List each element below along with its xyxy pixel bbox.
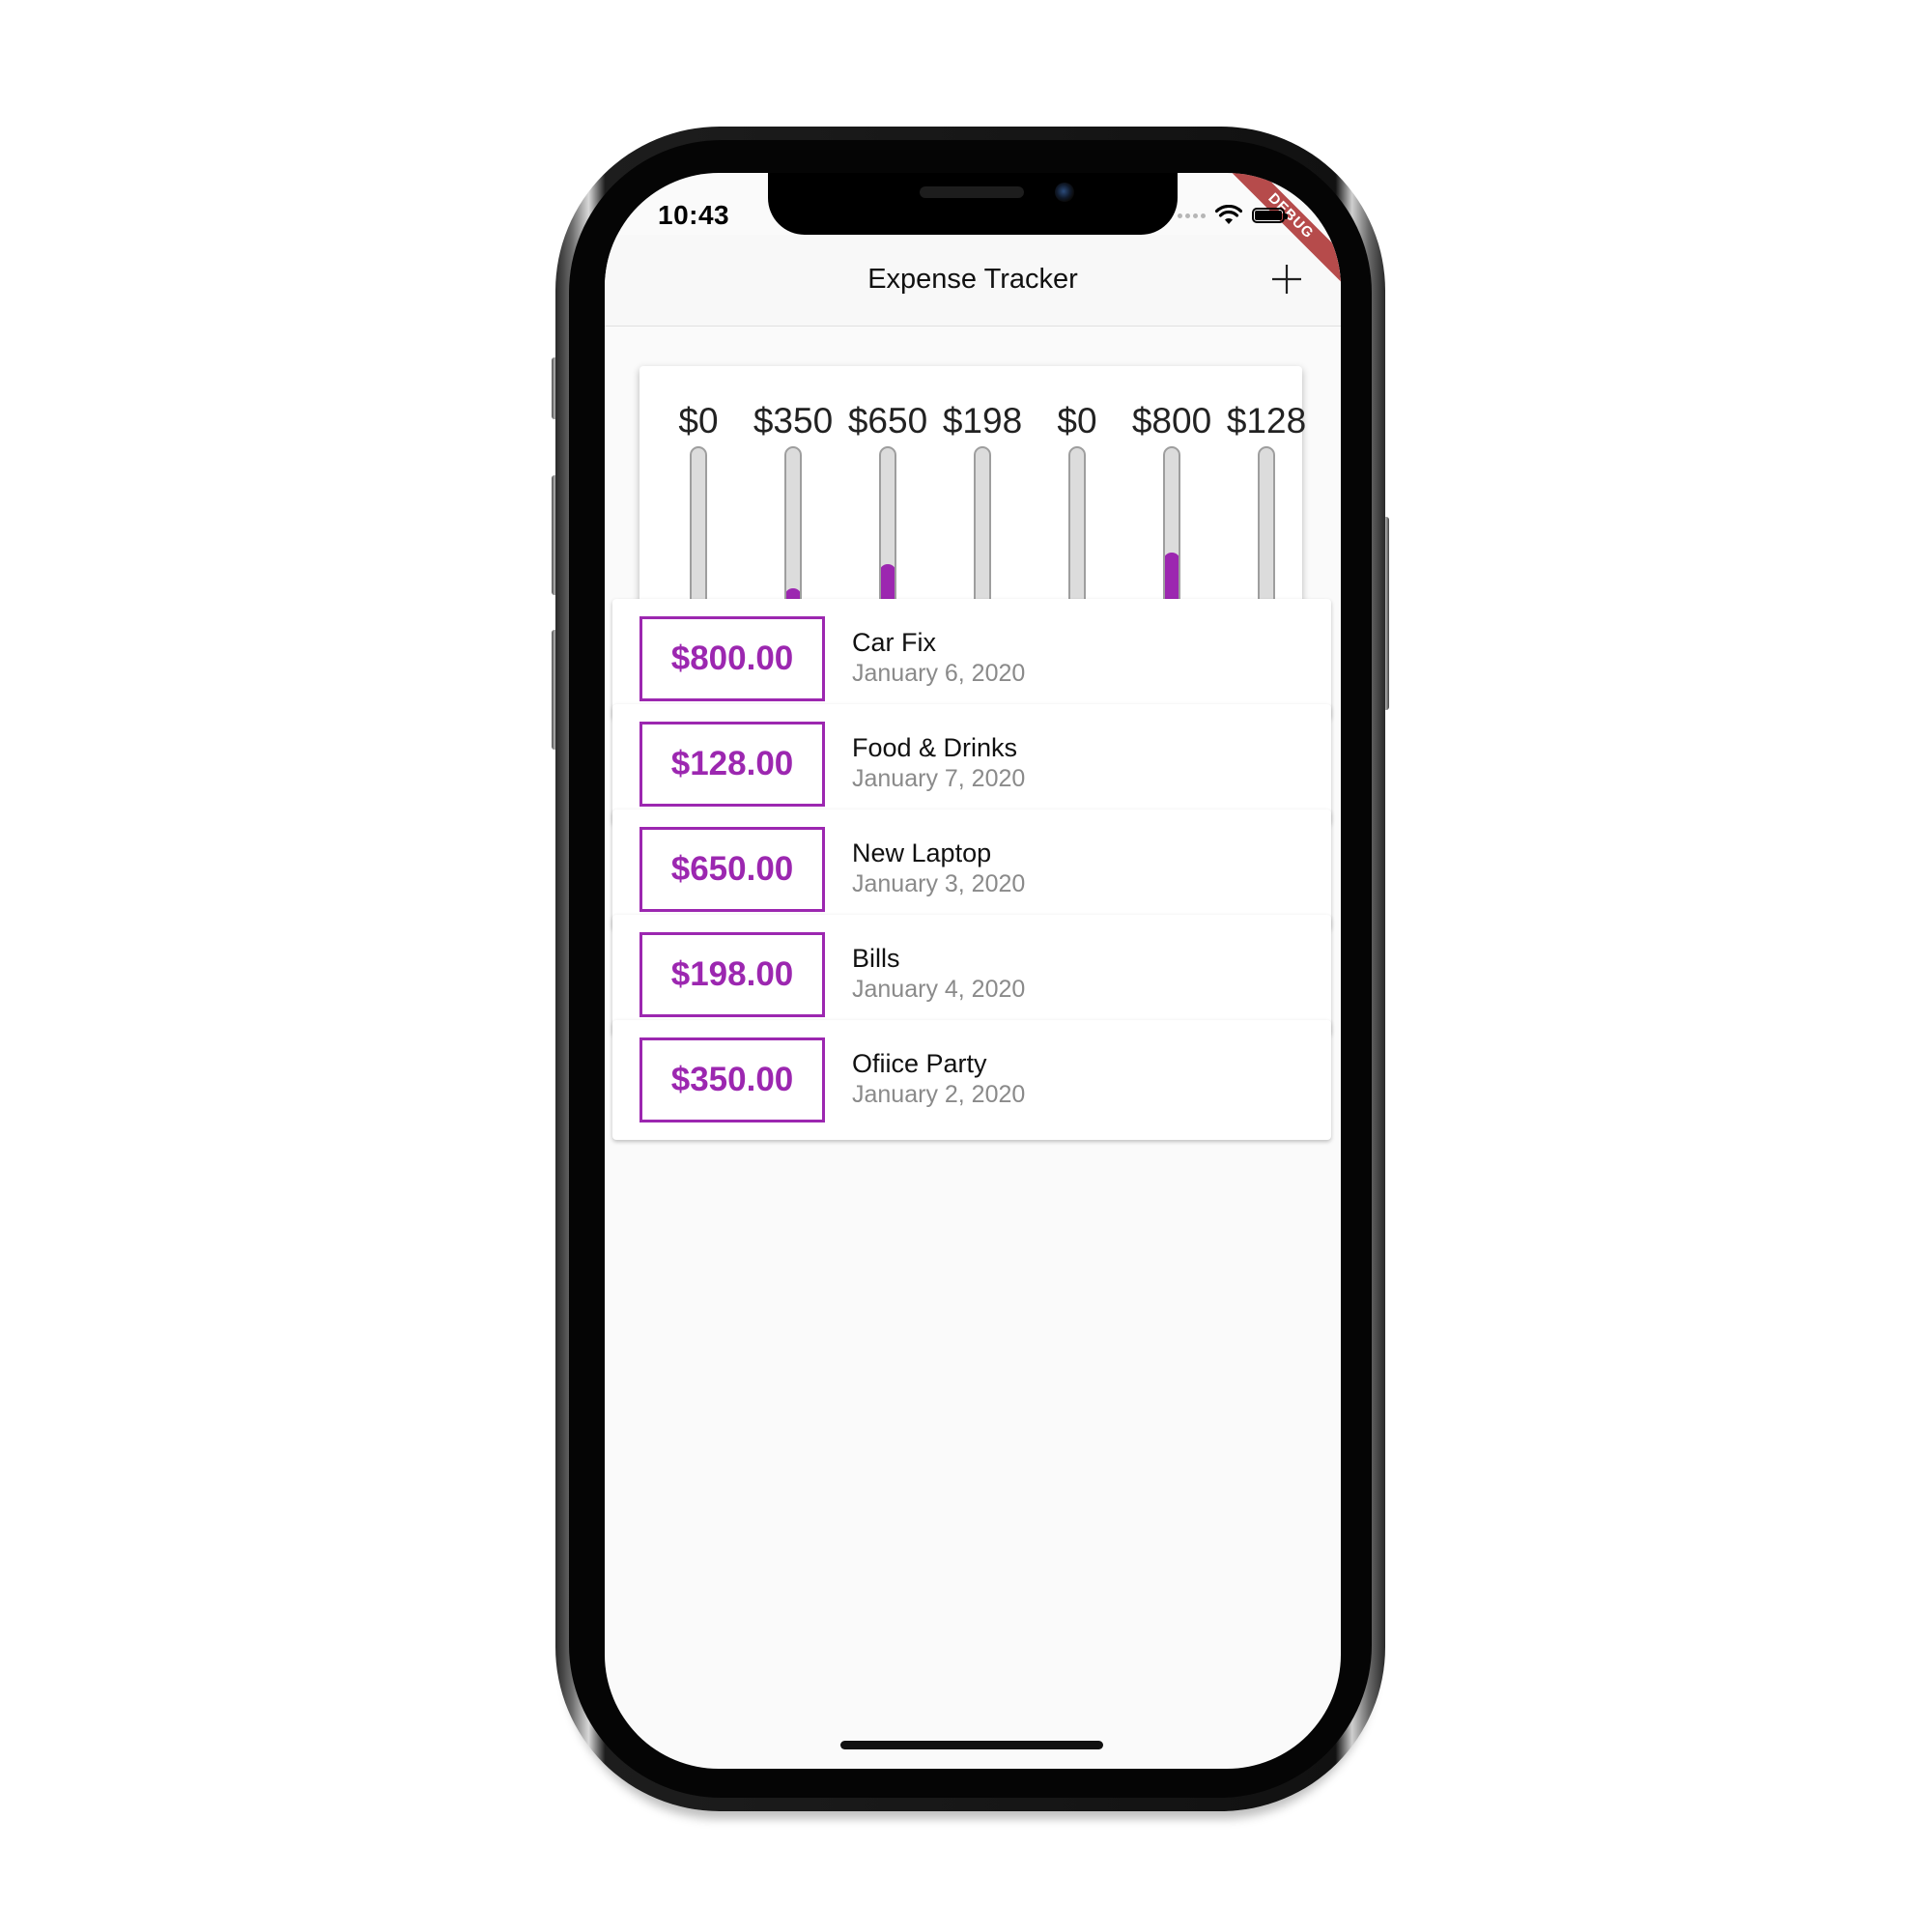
home-indicator (840, 1741, 1103, 1749)
transaction-title: Food & Drinks (852, 733, 1018, 762)
notch (768, 173, 1178, 235)
transaction-amount: $128.00 (639, 722, 825, 807)
debug-banner: DEBUG (1215, 173, 1341, 298)
transaction-amount: $350.00 (639, 1037, 825, 1122)
transaction-date: January 2, 2020 (852, 1081, 1026, 1108)
transaction-date: January 3, 2020 (852, 870, 1026, 897)
transaction-item[interactable]: $128.00 Food & Drinks January 7, 2020 (612, 704, 1331, 824)
battery-icon (1252, 208, 1288, 223)
transaction-title: New Laptop (852, 838, 992, 867)
bar-amount-label: $128 (1226, 401, 1307, 440)
transaction-title: Car Fix (852, 628, 936, 657)
transaction-title: Bills (852, 944, 900, 973)
transaction-item[interactable]: $198.00 Bills January 4, 2020 (612, 915, 1331, 1035)
transaction-title: Ofiice Party (852, 1049, 987, 1078)
wifi-icon (1215, 205, 1242, 224)
transaction-amount: $650.00 (639, 827, 825, 912)
bar-track (690, 446, 707, 617)
status-icons (1178, 202, 1288, 229)
bar-track (879, 446, 896, 617)
speaker-grille (920, 186, 1024, 198)
status-time: 10:43 (658, 200, 730, 230)
bar-track (784, 446, 802, 617)
transaction-date: January 7, 2020 (852, 765, 1026, 792)
transaction-amount: $198.00 (639, 932, 825, 1017)
bar-track (1258, 446, 1275, 617)
cellular-signal-icon (1178, 213, 1206, 218)
app-screen: 10:43 DEBUG Expense Tracker $0 $350 $650… (605, 173, 1341, 1769)
device-mockup: 10:43 DEBUG Expense Tracker $0 $350 $650… (0, 0, 1932, 1932)
transaction-date: January 6, 2020 (852, 660, 1026, 687)
front-camera (1055, 183, 1074, 202)
debug-banner-label: DEBUG (1215, 173, 1341, 293)
bar-track (1068, 446, 1086, 617)
transaction-item[interactable]: $650.00 New Laptop January 3, 2020 (612, 810, 1331, 929)
transaction-amount: $800.00 (639, 616, 825, 701)
bar-track (974, 446, 991, 617)
transaction-date: January 4, 2020 (852, 976, 1026, 1003)
bar-track (1163, 446, 1180, 617)
transaction-item[interactable]: $350.00 Ofiice Party January 2, 2020 (612, 1020, 1331, 1140)
transaction-item[interactable]: $800.00 Car Fix January 6, 2020 (612, 599, 1331, 719)
